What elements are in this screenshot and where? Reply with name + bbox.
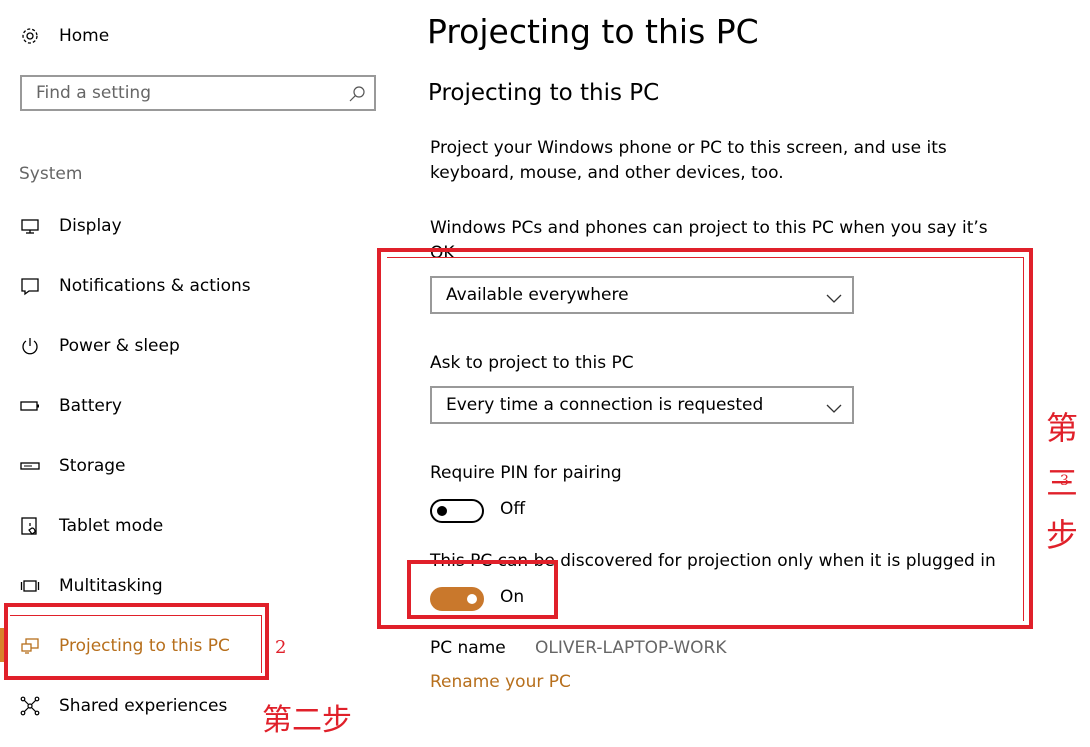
sidebar-item-label: Notifications & actions bbox=[59, 276, 251, 296]
monitor-icon bbox=[20, 216, 40, 236]
step3-inner-line bbox=[1023, 257, 1024, 621]
sidebar-item-label: Tablet mode bbox=[59, 516, 164, 536]
sidebar-item-label: Home bbox=[59, 26, 110, 46]
pc-name-label: PC name bbox=[430, 638, 506, 658]
tablet-icon bbox=[20, 516, 40, 536]
sidebar-item-label: Power & sleep bbox=[59, 336, 180, 356]
step2-inner-line bbox=[10, 615, 262, 616]
search-input[interactable] bbox=[22, 77, 346, 109]
sidebar-item-storage[interactable]: Storage bbox=[0, 446, 380, 486]
rename-pc-link[interactable]: Rename your PC bbox=[430, 672, 571, 692]
message-icon bbox=[20, 276, 40, 296]
step3-label-char: 第 bbox=[1046, 409, 1079, 447]
share-icon bbox=[20, 696, 40, 716]
sidebar-item-tablet-mode[interactable]: Tablet mode bbox=[0, 506, 380, 546]
sidebar-item-notifications[interactable]: Notifications & actions bbox=[0, 266, 380, 306]
sidebar-item-power-sleep[interactable]: Power & sleep bbox=[0, 326, 380, 366]
search-box[interactable] bbox=[20, 75, 376, 111]
sidebar-item-battery[interactable]: Battery bbox=[0, 386, 380, 426]
sidebar-item-label: Battery bbox=[59, 396, 122, 416]
multitasking-icon bbox=[20, 576, 40, 596]
power-icon bbox=[20, 336, 40, 356]
section-label-system: System bbox=[19, 164, 83, 184]
description-text: Project your Windows phone or PC to this… bbox=[430, 138, 947, 183]
step3-inner-line bbox=[387, 257, 1024, 258]
sidebar-item-label: Shared experiences bbox=[59, 696, 228, 716]
sidebar-item-label: Storage bbox=[59, 456, 126, 476]
page-title: Projecting to this PC bbox=[427, 12, 759, 51]
step3-number: 3 bbox=[1060, 473, 1069, 489]
sidebar-item-display[interactable]: Display bbox=[0, 206, 380, 246]
step2-label: 第二步 bbox=[262, 703, 352, 738]
battery-icon bbox=[20, 396, 40, 416]
step2-number: 2 bbox=[275, 637, 287, 658]
section-title: Projecting to this PC bbox=[428, 80, 660, 106]
sidebar-item-label: Display bbox=[59, 216, 122, 236]
sidebar-item-multitasking[interactable]: Multitasking bbox=[0, 566, 380, 606]
step2-inner-line bbox=[261, 615, 262, 673]
gear-icon bbox=[20, 26, 40, 46]
step3-label-char: 步 bbox=[1046, 516, 1079, 554]
storage-icon bbox=[20, 456, 40, 476]
pc-name-value: OLIVER-LAPTOP-WORK bbox=[535, 638, 727, 658]
search-icon[interactable] bbox=[348, 85, 366, 103]
plugged-toggle-highlight-box bbox=[407, 560, 558, 619]
sidebar-item-home[interactable]: Home bbox=[0, 16, 380, 56]
sidebar-item-label: Multitasking bbox=[59, 576, 163, 596]
